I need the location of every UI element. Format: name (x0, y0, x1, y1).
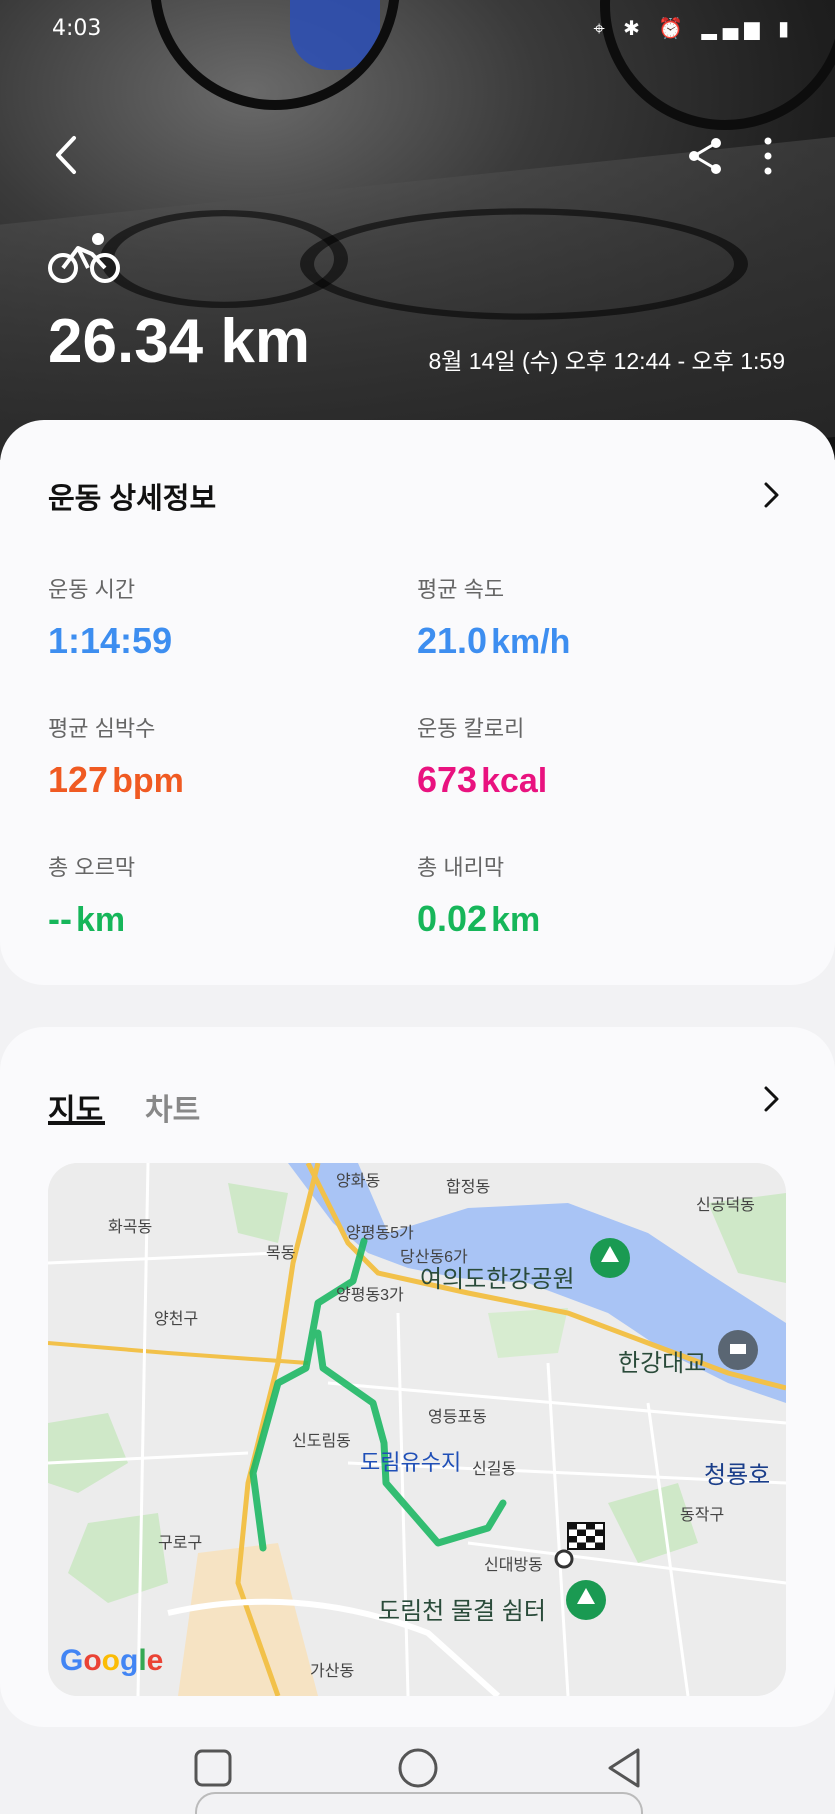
metric-number: 1:14:59 (48, 620, 173, 661)
metric-value: 127 bpm (48, 759, 184, 801)
map-label: 신길동 (472, 1461, 517, 1478)
workout-datetime: 8월 14일 (수) 오후 12:44 - 오후 1:59 (428, 348, 785, 374)
status-icons: ⌖ ✱ ⏰ ▂▄▆ ▮ (593, 16, 795, 40)
metric-value: 1:14:59 (48, 620, 172, 662)
metric-label: 평균 심박수 (48, 716, 156, 741)
map-label: 도림천 물결 쉼터 (378, 1598, 546, 1625)
metric-total-ascent: 총 오르막 -- km (48, 850, 135, 940)
map-label: 청룡호 (704, 1462, 771, 1489)
map-label: 양평동3가 (336, 1287, 404, 1304)
home-icon[interactable] (393, 1743, 443, 1793)
back-nav-icon[interactable] (600, 1743, 650, 1793)
map-label: 화곡동 (108, 1219, 153, 1236)
metric-label: 운동 칼로리 (417, 716, 525, 741)
metric-unit: km (491, 901, 541, 939)
status-bar: 4:03 ⌖ ✱ ⏰ ▂▄▆ ▮ (0, 0, 835, 60)
map-label: 목동 (266, 1245, 296, 1262)
workout-details-card: 운동 상세정보 운동 시간 1:14:59 평균 속도 21.0 km/h 평균 … (0, 420, 835, 985)
metric-unit: km/h (491, 623, 571, 661)
map-label: 영등포동 (428, 1409, 487, 1426)
metric-value: 673 kcal (417, 759, 547, 801)
status-time: 4:03 (52, 16, 102, 41)
recent-apps-icon[interactable] (188, 1743, 238, 1793)
metric-number: -- (48, 898, 72, 939)
active-tab-indicator (48, 1121, 105, 1125)
metric-total-descent: 총 내리막 0.02 km (417, 850, 540, 940)
metric-label: 총 내리막 (417, 855, 505, 880)
metric-calories: 운동 칼로리 673 kcal (417, 711, 547, 801)
metric-duration: 운동 시간 1:14:59 (48, 572, 172, 662)
chevron-right-icon[interactable] (761, 480, 781, 510)
metric-label: 평균 속도 (417, 577, 505, 602)
metric-number: 127 (48, 759, 109, 800)
map-label: 가산동 (310, 1663, 355, 1680)
more-options-icon[interactable] (755, 135, 781, 177)
map-label: 양평동5가 (346, 1225, 414, 1242)
back-icon[interactable] (48, 130, 88, 180)
metric-label: 운동 시간 (48, 577, 136, 602)
map-label: 양화동 (336, 1173, 381, 1190)
metric-value: -- km (48, 898, 135, 940)
cycling-icon (48, 233, 120, 283)
metric-number: 673 (417, 759, 478, 800)
map-label: 한강대교 (618, 1350, 707, 1377)
map-label: 신공덕동 (696, 1197, 755, 1214)
metric-avg-speed: 평균 속도 21.0 km/h (417, 572, 570, 662)
tab-chart[interactable]: 차트 (145, 1085, 200, 1129)
map-label: 구로구 (158, 1535, 203, 1552)
metric-label: 총 오르막 (48, 855, 136, 880)
route-map[interactable]: 양화동 합정동 신공덕동 화곡동 양평동5가 목동 당산동6가 여의도한강공원 … (48, 1163, 786, 1696)
gesture-pill (195, 1792, 643, 1814)
metric-value: 21.0 km/h (417, 620, 570, 662)
distance-value: 26.34 km (48, 307, 310, 376)
metric-number: 21.0 (417, 620, 488, 661)
metric-unit: bpm (112, 762, 184, 800)
map-label: 신대방동 (484, 1557, 543, 1574)
details-title: 운동 상세정보 (48, 483, 217, 515)
map-label: 신도림동 (292, 1433, 351, 1450)
map-label: 동작구 (680, 1507, 725, 1524)
google-logo: Google (60, 1644, 164, 1677)
metric-unit: kcal (481, 762, 548, 800)
metric-unit: km (75, 901, 126, 939)
map-label: 양천구 (154, 1311, 199, 1328)
share-icon[interactable] (684, 135, 726, 177)
chevron-right-icon[interactable] (761, 1084, 781, 1114)
metric-value: 0.02 km (417, 898, 540, 940)
map-label: 도림유수지 (360, 1450, 462, 1475)
map-label: 여의도한강공원 (420, 1266, 575, 1293)
hero-banner: 4:03 ⌖ ✱ ⏰ ▂▄▆ ▮ 26.34 km 8월 14일 (수) 오후 … (0, 0, 835, 460)
metric-avg-heart-rate: 평균 심박수 127 bpm (48, 711, 184, 801)
hero-shadow-image (300, 208, 748, 320)
map-label: 합정동 (446, 1179, 491, 1196)
metric-number: 0.02 (417, 898, 488, 939)
